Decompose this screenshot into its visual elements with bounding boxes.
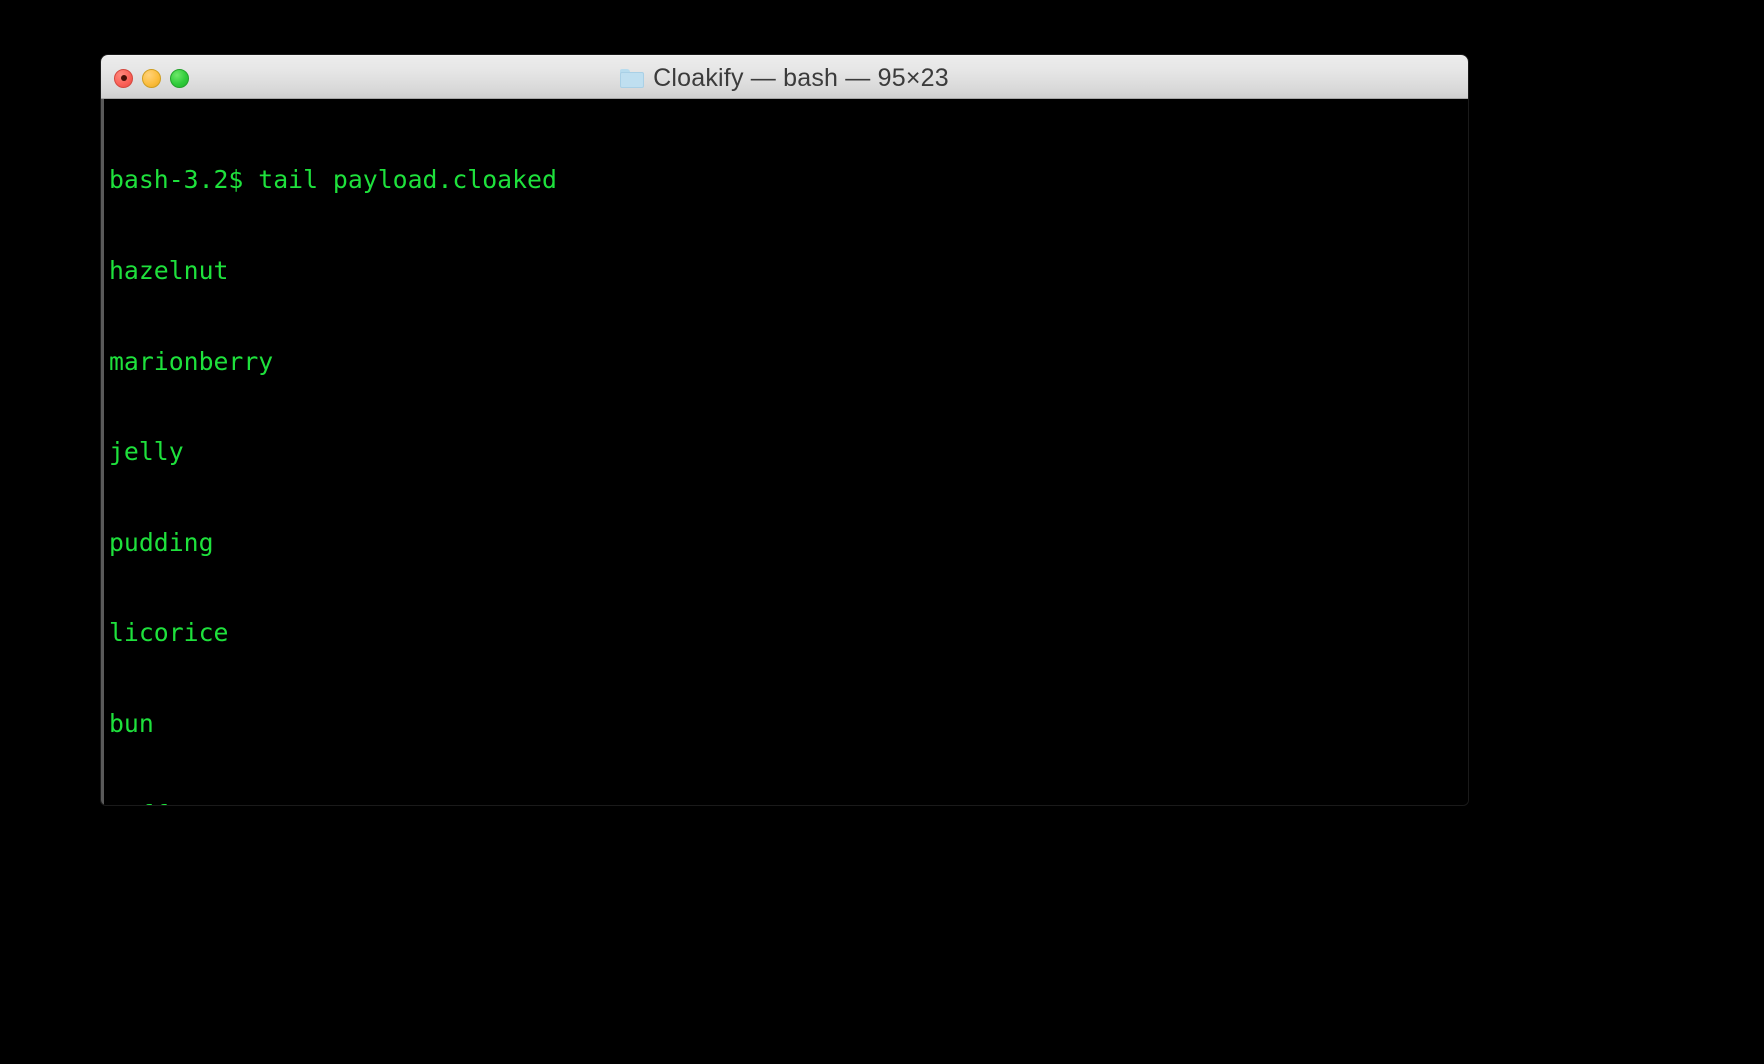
terminal-line: bash-3.2$ tail payload.cloaked bbox=[109, 165, 557, 195]
terminal-line: puffs bbox=[109, 800, 1468, 805]
terminal-line: hazelnut bbox=[109, 256, 229, 285]
window-titlebar[interactable]: Cloakify — bash — 95×23 bbox=[101, 55, 1468, 99]
window-controls bbox=[114, 56, 189, 100]
window-title-group: Cloakify — bash — 95×23 bbox=[101, 56, 1468, 100]
terminal-window[interactable]: Cloakify — bash — 95×23 bash-3.2$ tail p… bbox=[101, 55, 1468, 805]
terminal-line: jelly bbox=[109, 437, 184, 467]
terminal-output-area[interactable]: bash-3.2$ tail payload.cloaked hazelnut … bbox=[101, 99, 1468, 805]
terminal-text: bash-3.2$ tail payload.cloaked hazelnut … bbox=[107, 105, 1468, 805]
terminal-line: marionberry bbox=[109, 346, 274, 376]
terminal-line: licorice bbox=[109, 618, 229, 648]
close-button[interactable] bbox=[114, 68, 133, 88]
folder-icon bbox=[620, 68, 645, 88]
terminal-line: bun bbox=[109, 708, 154, 738]
terminal-line: pudding bbox=[109, 527, 214, 557]
zoom-button[interactable] bbox=[170, 68, 189, 88]
terminal-left-rule bbox=[101, 99, 104, 805]
window-title: Cloakify — bash — 95×23 bbox=[653, 63, 949, 92]
desktop-background: Cloakify — bash — 95×23 bash-3.2$ tail p… bbox=[0, 0, 1764, 1064]
minimize-button[interactable] bbox=[142, 68, 161, 88]
